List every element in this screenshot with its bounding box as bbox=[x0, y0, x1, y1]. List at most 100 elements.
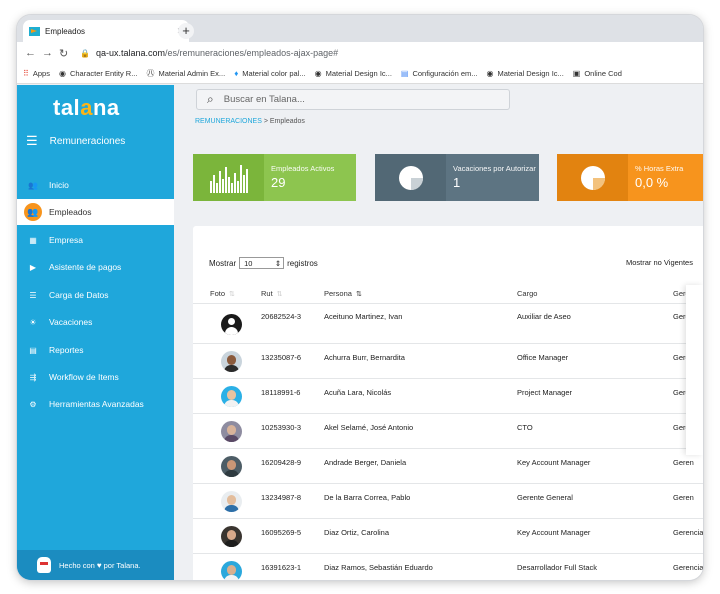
hamburger-menu-icon[interactable]: ☰ bbox=[26, 133, 38, 149]
bookmark-item[interactable]: ◉ Material Design Ic... bbox=[315, 69, 392, 78]
bookmark-item[interactable]: ▣ Online Cod bbox=[573, 69, 622, 78]
new-tab-button[interactable]: + bbox=[178, 23, 194, 39]
bookmark-item[interactable]: ㊇ Material Admin Ex... bbox=[146, 68, 225, 79]
sidebar: talana ☰ Remuneraciones 👥 Inicio 👥 Emplead… bbox=[17, 85, 174, 580]
table-row[interactable]: 16391623-1 Diaz Ramos, Sebastián Eduardo… bbox=[193, 553, 703, 580]
globe-icon: ◉ bbox=[58, 69, 66, 78]
breadcrumb: REMUNERACIONES > Empleados bbox=[195, 118, 305, 125]
show-inactive-toggle[interactable]: Mostrar no Vigentes bbox=[626, 258, 693, 267]
breadcrumb-link[interactable]: REMUNERACIONES bbox=[195, 118, 262, 125]
employees-icon: 👥 bbox=[17, 203, 49, 221]
employees-table-panel: Mostrar 10 ⇕ registros Mostrar no Vigente… bbox=[193, 226, 703, 580]
module-header[interactable]: ☰ Remuneraciones bbox=[26, 133, 125, 149]
sun-icon: ☀ bbox=[29, 317, 37, 327]
bookmark-item[interactable]: ▤ Configuración em... bbox=[401, 69, 478, 78]
sidebar-footer: Hecho con ♥ por Talana. bbox=[17, 550, 174, 580]
sidebar-item-asistente-pagos[interactable]: ▶ Asistente de pagos bbox=[17, 254, 174, 280]
pie-chart-icon bbox=[375, 154, 446, 201]
avatar bbox=[221, 491, 242, 512]
bookmark-item[interactable]: ◉ Material Design Ic... bbox=[487, 69, 564, 78]
material-admin-icon: ㊇ bbox=[146, 69, 155, 78]
search-icon: ⌕ bbox=[207, 92, 214, 106]
bookmarks-bar: ⠿ Apps ◉ Character Entity R... ㊇ Material A… bbox=[17, 64, 703, 84]
bookmark-item[interactable]: ◉ Character Entity R... bbox=[59, 69, 138, 78]
card-vacaciones[interactable]: Vacaciones por Autorizar 1 bbox=[375, 154, 539, 201]
globe-icon: ◉ bbox=[486, 69, 494, 78]
bookmark-item[interactable]: ♦ Material color pal... bbox=[234, 69, 305, 78]
table-row[interactable]: 13235087-6 Achurra Burr, Bernardita Offi… bbox=[193, 343, 703, 378]
col-header-rut[interactable]: Rut ⇅ bbox=[261, 289, 283, 298]
main-content: ⌕ Buscar en Talana... REMUNERACIONES > E… bbox=[174, 85, 703, 580]
sidebar-item-empresa[interactable]: ▦ Empresa bbox=[17, 227, 174, 253]
docs-icon: ▤ bbox=[400, 69, 409, 78]
avatar bbox=[221, 456, 242, 477]
sidebar-item-vacaciones[interactable]: ☀ Vacaciones bbox=[17, 309, 174, 335]
pie-chart-icon bbox=[557, 154, 628, 201]
table-row[interactable]: 16095269-5 Diaz Ortiz, Carolina Key Acco… bbox=[193, 518, 703, 553]
sort-icon: ⇅ bbox=[229, 291, 235, 298]
tab-title: Empleados bbox=[45, 26, 86, 36]
sort-icon: ⇅ bbox=[276, 291, 283, 298]
table-row[interactable]: 16209428-9 Andrade Berger, Daniela Key A… bbox=[193, 448, 703, 483]
avatar bbox=[221, 526, 242, 547]
sidebar-item-empleados[interactable]: 👥 Empleados bbox=[17, 199, 174, 225]
card-horas-extra[interactable]: % Horas Extra 0,0 % bbox=[557, 154, 703, 201]
url-host: qa-ux.talana.com bbox=[95, 48, 166, 58]
col-header-persona[interactable]: Persona ⇅ bbox=[324, 289, 362, 298]
url-path: /es/remuneraciones/empleados-ajax-page# bbox=[165, 48, 339, 58]
palette-icon: ♦ bbox=[234, 69, 239, 78]
bookmark-apps[interactable]: ⠿ Apps bbox=[23, 69, 50, 78]
table-row[interactable]: 20682524-3 Aceituno Martinez, Ivan Auxil… bbox=[193, 303, 703, 343]
forward-icon[interactable]: → bbox=[42, 47, 59, 59]
talana-logo[interactable]: talana bbox=[53, 95, 120, 121]
avatar bbox=[221, 561, 242, 580]
workflow-icon: ⇶ bbox=[29, 372, 37, 382]
page-length-select[interactable]: 10 ⇕ bbox=[239, 257, 285, 269]
module-title: Remuneraciones bbox=[49, 135, 126, 147]
search-input[interactable]: ⌕ Buscar en Talana... bbox=[196, 89, 510, 110]
stepper-icon: ⇕ bbox=[274, 258, 282, 268]
sidebar-item-carga-datos[interactable]: ☰ Carga de Datos bbox=[17, 282, 174, 308]
online-code-icon: ▣ bbox=[572, 69, 581, 78]
sidebar-item-workflow[interactable]: ⇶ Workflow de Items bbox=[17, 364, 174, 390]
avatar bbox=[221, 421, 242, 442]
address-bar[interactable]: ← → ↻ 🔒 qa-ux.talana.com/es/remuneracion… bbox=[17, 42, 703, 64]
list-icon: ☰ bbox=[29, 290, 37, 300]
col-header-cargo[interactable]: Cargo bbox=[517, 289, 537, 298]
bar-chart-icon bbox=[193, 154, 264, 201]
gear-icon: ⚙ bbox=[29, 399, 37, 409]
browser-window: Empleados × + ← → ↻ 🔒 qa-ux.talana.com/e… bbox=[17, 15, 703, 580]
reload-icon[interactable]: ↻ bbox=[59, 47, 76, 60]
avatar bbox=[221, 351, 242, 372]
col-header-foto[interactable]: Foto ⇅ bbox=[210, 289, 235, 298]
page-length-control: Mostrar 10 ⇕ registros bbox=[209, 257, 318, 269]
people-icon: 👥 bbox=[28, 180, 38, 190]
lock-icon[interactable]: 🔒 bbox=[80, 49, 90, 58]
sidebar-item-reportes[interactable]: ▤ Reportes bbox=[17, 337, 174, 363]
card-empleados-activos[interactable]: Empleados Activos 29 bbox=[193, 154, 356, 201]
globe-icon: ◉ bbox=[314, 69, 322, 78]
robot-mascot-icon bbox=[37, 557, 51, 573]
avatar-placeholder-icon bbox=[221, 314, 242, 335]
table-row[interactable]: 13234987-8 De la Barra Correa, Pablo Ger… bbox=[193, 483, 703, 518]
talana-favicon-icon bbox=[29, 26, 40, 36]
breadcrumb-current: Empleados bbox=[269, 118, 305, 125]
sidebar-item-inicio[interactable]: 👥 Inicio bbox=[17, 172, 174, 198]
table-row[interactable]: 10253930-3 Akel Selamé, José Antonio CTO… bbox=[193, 413, 703, 448]
tab-bar: Empleados × + bbox=[17, 15, 703, 42]
apps-grid-icon: ⠿ bbox=[23, 69, 29, 78]
back-icon[interactable]: ← bbox=[25, 47, 42, 59]
vacaciones-value: 1 bbox=[453, 175, 461, 190]
play-icon: ▶ bbox=[29, 262, 37, 272]
building-icon: ▦ bbox=[29, 235, 37, 245]
browser-tab[interactable]: Empleados × bbox=[23, 20, 189, 42]
horas-extra-value: 0,0 % bbox=[635, 175, 669, 190]
heart-icon: ♥ bbox=[96, 560, 102, 570]
table-row[interactable]: 18118991-6 Acuña Lara, Nicolás Project M… bbox=[193, 378, 703, 413]
search-placeholder: Buscar en Talana... bbox=[223, 94, 305, 105]
report-icon: ▤ bbox=[29, 345, 37, 355]
collapsed-side-panel[interactable] bbox=[686, 285, 703, 455]
sidebar-item-herramientas[interactable]: ⚙ Herramientas Avanzadas bbox=[17, 391, 174, 417]
avatar bbox=[221, 386, 242, 407]
sort-asc-icon: ⇅ bbox=[355, 291, 362, 298]
